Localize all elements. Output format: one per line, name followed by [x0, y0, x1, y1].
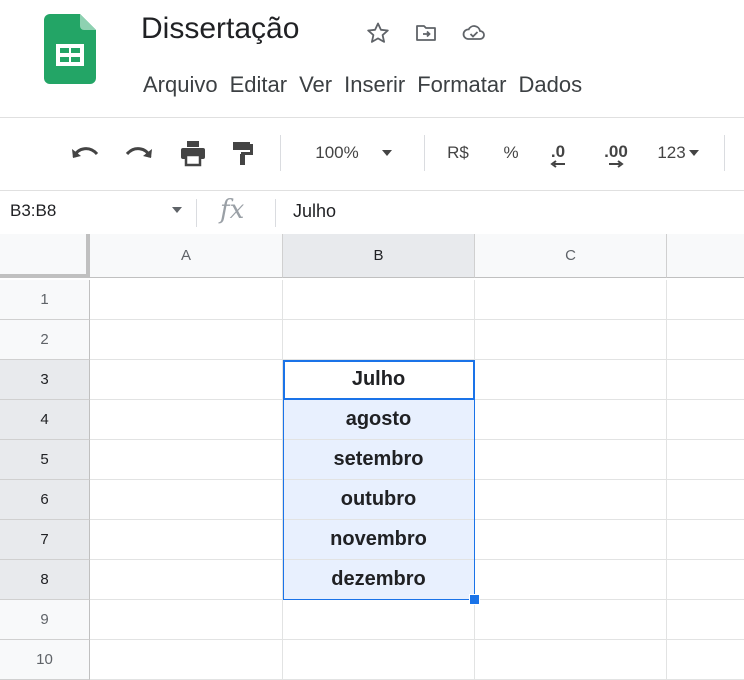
column-header-a[interactable]: A: [90, 234, 283, 278]
column-header-b[interactable]: B: [283, 234, 475, 278]
paint-format-icon[interactable]: [226, 136, 260, 170]
menu-inserir[interactable]: Inserir: [338, 72, 411, 98]
formula-bar: B3:B8 fx Julho: [0, 190, 744, 236]
menu-editar[interactable]: Editar: [224, 72, 293, 98]
cell-c10[interactable]: [475, 640, 667, 680]
function-icon: fx: [220, 195, 245, 225]
cell-d6[interactable]: [667, 480, 744, 520]
toolbar-separator: [724, 135, 725, 171]
arrow-right-icon: [609, 160, 624, 168]
cell-b7[interactable]: novembro: [283, 520, 475, 560]
move-folder-icon[interactable]: [413, 20, 439, 46]
cell-d9[interactable]: [667, 600, 744, 640]
formula-separator: [196, 199, 197, 227]
cell-a6[interactable]: [90, 480, 283, 520]
redo-icon[interactable]: [122, 138, 156, 168]
chevron-down-icon: [688, 149, 699, 156]
cell-d2[interactable]: [667, 320, 744, 360]
cell-d1[interactable]: [667, 280, 744, 320]
cell-d8[interactable]: [667, 560, 744, 600]
percent-format-button[interactable]: %: [496, 140, 526, 166]
cell-d7[interactable]: [667, 520, 744, 560]
row-header[interactable]: 5: [0, 440, 90, 480]
cell-b10[interactable]: [283, 640, 475, 680]
title-actions: [365, 20, 487, 46]
row-header[interactable]: 6: [0, 480, 90, 520]
formula-separator: [275, 199, 276, 227]
toolbar-separator: [424, 135, 425, 171]
cell-c2[interactable]: [475, 320, 667, 360]
document-title[interactable]: Dissertação: [141, 12, 299, 46]
toolbar-separator: [280, 135, 281, 171]
fill-handle[interactable]: [469, 594, 480, 605]
cell-a4[interactable]: [90, 400, 283, 440]
formula-input[interactable]: Julho: [293, 201, 336, 222]
sheets-logo-icon[interactable]: [44, 14, 96, 84]
cell-d4[interactable]: [667, 400, 744, 440]
cell-b5[interactable]: setembro: [283, 440, 475, 480]
row-header[interactable]: 10: [0, 640, 90, 680]
menu-bar: Arquivo Editar Ver Inserir Formatar Dado…: [137, 72, 588, 98]
cell-a3[interactable]: [90, 360, 283, 400]
more-formats-button[interactable]: 123: [646, 140, 710, 166]
row-header[interactable]: 4: [0, 400, 90, 440]
cell-b3[interactable]: Julho: [283, 360, 475, 400]
currency-format-button[interactable]: R$: [438, 140, 478, 166]
cell-b9[interactable]: [283, 600, 475, 640]
cell-a9[interactable]: [90, 600, 283, 640]
increase-decimal-button[interactable]: .00: [590, 138, 642, 174]
cloud-status-icon[interactable]: [461, 20, 487, 46]
decrease-decimal-button[interactable]: .0: [536, 138, 580, 174]
cell-a5[interactable]: [90, 440, 283, 480]
star-icon[interactable]: [365, 20, 391, 46]
cell-b8[interactable]: dezembro: [283, 560, 475, 600]
cell-a7[interactable]: [90, 520, 283, 560]
cell-d3[interactable]: [667, 360, 744, 400]
zoom-select[interactable]: 100%: [298, 140, 410, 166]
cell-c1[interactable]: [475, 280, 667, 320]
cell-b6[interactable]: outubro: [283, 480, 475, 520]
cell-d5[interactable]: [667, 440, 744, 480]
undo-icon[interactable]: [68, 138, 102, 168]
cell-c4[interactable]: [475, 400, 667, 440]
row-header[interactable]: 1: [0, 280, 90, 320]
row-header[interactable]: 9: [0, 600, 90, 640]
cell-b2[interactable]: [283, 320, 475, 360]
app-header: Dissertação Arquivo Editar Ver Inserir F…: [0, 0, 744, 118]
cell-c6[interactable]: [475, 480, 667, 520]
menu-dados[interactable]: Dados: [512, 72, 588, 98]
menu-ver[interactable]: Ver: [293, 72, 338, 98]
cell-b1[interactable]: [283, 280, 475, 320]
cell-c7[interactable]: [475, 520, 667, 560]
menu-formatar[interactable]: Formatar: [411, 72, 512, 98]
row-header[interactable]: 8: [0, 560, 90, 600]
cell-a8[interactable]: [90, 560, 283, 600]
zoom-value: 100%: [315, 143, 359, 162]
chevron-down-icon: [381, 150, 392, 156]
column-header-c[interactable]: C: [475, 234, 667, 278]
name-box-dropdown-icon[interactable]: [172, 207, 182, 214]
cell-a2[interactable]: [90, 320, 283, 360]
row-header[interactable]: 3: [0, 360, 90, 400]
cell-c3[interactable]: [475, 360, 667, 400]
cell-c5[interactable]: [475, 440, 667, 480]
name-box[interactable]: B3:B8: [10, 201, 56, 221]
row-header[interactable]: 7: [0, 520, 90, 560]
column-header-d[interactable]: [667, 234, 744, 278]
cell-c9[interactable]: [475, 600, 667, 640]
cell-c8[interactable]: [475, 560, 667, 600]
cell-a1[interactable]: [90, 280, 283, 320]
menu-arquivo[interactable]: Arquivo: [137, 72, 224, 98]
row-header[interactable]: 2: [0, 320, 90, 360]
select-all-corner[interactable]: [0, 234, 90, 278]
cell-b4[interactable]: agosto: [283, 400, 475, 440]
cell-d10[interactable]: [667, 640, 744, 680]
cell-a10[interactable]: [90, 640, 283, 680]
print-icon[interactable]: [176, 136, 210, 170]
arrow-left-icon: [550, 160, 565, 168]
